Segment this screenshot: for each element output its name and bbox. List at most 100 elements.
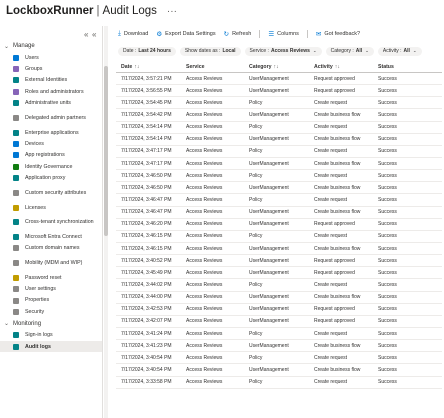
table-row[interactable]: 7/17/2024, 3:46:50 PM Access Reviews Polic… [116, 170, 442, 183]
filter-chip[interactable]: Service : Access Reviews ⌄ [244, 46, 322, 56]
collapse-sidebar-icon[interactable]: « [84, 30, 88, 39]
filter-chip[interactable]: Category : All ⌄ [325, 46, 374, 56]
table-row[interactable]: 7/17/2024, 3:40:54 PM Access Reviews UserM… [116, 364, 442, 377]
export-label: Export Data Settings [165, 31, 216, 37]
column-header-date[interactable]: Date ↑↓ [116, 64, 186, 70]
column-header-category[interactable]: Category ↑↓ [249, 64, 314, 70]
sidebar-item[interactable]: Security [0, 306, 102, 317]
sidebar-item[interactable]: Password reset [0, 272, 102, 283]
sidebar-item[interactable]: Users [0, 52, 102, 63]
table-row[interactable]: 7/17/2024, 3:44:02 PM Access Reviews Polic… [116, 279, 442, 292]
cell-category: Policy [249, 379, 263, 386]
sidebar-item[interactable]: Custom domain names [0, 243, 102, 254]
filter-label: Service : [249, 48, 269, 54]
sidebar-item[interactable]: Devices [0, 138, 102, 149]
sidebar-item[interactable]: Mobility (MDM and WIP) [0, 254, 102, 272]
sidebar-item-label: Microsoft Entra Connect [25, 233, 82, 240]
sidebar-scrollbar[interactable] [104, 26, 108, 418]
app-registrations-icon [13, 152, 19, 159]
sidebar-item[interactable]: External Identities [0, 75, 102, 86]
column-header-activity[interactable]: Activity ↑↓ [314, 64, 378, 70]
table-row[interactable]: 7/17/2024, 3:56:55 PM Access Reviews UserM… [116, 85, 442, 98]
filter-chip[interactable]: Show dates as : Local [179, 46, 241, 56]
cell-activity: Create request [314, 172, 348, 179]
sidebar-item-label: App registrations [25, 152, 65, 159]
sidebar-item[interactable]: App registrations [0, 150, 102, 161]
scrollbar-thumb[interactable] [104, 66, 108, 236]
gear-icon: ⚙ [156, 31, 163, 38]
partners-icon [13, 114, 19, 121]
table-row[interactable]: 7/17/2024, 3:46:20 PM Access Reviews UserM… [116, 219, 442, 231]
sidebar-item[interactable]: Custom security attributes [0, 184, 102, 202]
table-row[interactable]: 7/17/2024, 3:46:15 PM Access Reviews UserM… [116, 243, 442, 256]
table-row[interactable]: 7/17/2024, 3:45:49 PM Access Reviews UserM… [116, 267, 442, 280]
column-header-status[interactable]: Status [378, 64, 442, 70]
admin-units-icon [13, 100, 19, 107]
export-data-settings-button[interactable]: ⚙ Export Data Settings [156, 30, 215, 38]
cell-category: UserManagement [249, 75, 289, 82]
table-row[interactable]: 7/17/2024, 3:46:50 PM Access Reviews UserM… [116, 182, 442, 195]
sidebar-item[interactable]: Microsoft Entra Connect [0, 231, 102, 242]
cell-activity: Create business flow [314, 209, 361, 216]
sidebar-item[interactable]: Application proxy [0, 173, 102, 184]
table-row[interactable]: 7/17/2024, 3:42:07 PM Access Reviews UserM… [116, 316, 442, 328]
table-row[interactable]: 7/17/2024, 3:40:52 PM Access Reviews UserM… [116, 255, 442, 268]
table-body: 7/17/2024, 3:57:21 PM Access Reviews UserM… [116, 73, 442, 389]
table-row[interactable]: 7/17/2024, 3:41:23 PM Access Reviews UserM… [116, 340, 442, 353]
refresh-button[interactable]: ↻ Refresh [224, 30, 252, 38]
sidebar-item[interactable]: Groups [0, 63, 102, 74]
sidebar-item-label: Enterprise applications [25, 129, 79, 136]
cell-status: Success [378, 245, 397, 252]
sidebar-item[interactable]: Properties [0, 295, 102, 306]
table-row[interactable]: 7/17/2024, 3:54:42 PM Access Reviews UserM… [116, 109, 442, 122]
table-row[interactable]: 7/17/2024, 3:54:14 PM Access Reviews UserM… [116, 134, 442, 146]
groups-icon [13, 66, 19, 73]
column-header-service[interactable]: Service [186, 64, 249, 70]
filter-chip[interactable]: Date : Last 24 hours [118, 46, 176, 56]
sidebar-item-label: Licenses [25, 204, 46, 211]
table-row[interactable]: 7/17/2024, 3:57:21 PM Access Reviews UserM… [116, 73, 442, 86]
sort-icon[interactable]: ↑↓ [274, 64, 279, 70]
mobility-icon [13, 260, 19, 267]
sidebar-item[interactable]: Identity Governance [0, 161, 102, 172]
table-row[interactable]: 7/17/2024, 3:47:17 PM Access Reviews UserM… [116, 158, 442, 171]
refresh-icon: ↻ [223, 31, 230, 38]
table-row[interactable]: 7/17/2024, 3:33:58 PM Access Reviews Polic… [116, 377, 442, 389]
download-button[interactable]: ⤓ Download [118, 30, 148, 38]
sidebar-item-label: Sign-in logs [25, 332, 53, 339]
sidebar-item[interactable]: Sign-in logs [0, 330, 102, 341]
table-row[interactable]: 7/17/2024, 3:44:00 PM Access Reviews UserM… [116, 292, 442, 304]
columns-button[interactable]: ☰ Columns [268, 30, 299, 38]
sidebar-item[interactable]: Licenses [0, 202, 102, 213]
table-row[interactable]: 7/17/2024, 3:46:15 PM Access Reviews Polic… [116, 231, 442, 243]
more-options-button[interactable]: ··· [167, 6, 177, 17]
sidebar-section-manage[interactable]: ⌄ Manage [0, 40, 102, 52]
pin-sidebar-icon[interactable]: « [92, 30, 96, 39]
cell-activity: Create business flow [314, 111, 361, 118]
feedback-button[interactable]: ✉ Got feedback? [316, 30, 360, 38]
filter-label: Category : [330, 48, 354, 54]
sidebar-section-monitoring[interactable]: ⌄ Monitoring [0, 318, 102, 330]
table-row[interactable]: 7/17/2024, 3:54:45 PM Access Reviews Polic… [116, 97, 442, 110]
table-row[interactable]: 7/17/2024, 3:40:54 PM Access Reviews Polic… [116, 352, 442, 365]
sidebar-item[interactable]: Audit logs [0, 341, 102, 353]
sidebar-item[interactable]: Cross-tenant synchronization [0, 213, 102, 231]
sidebar-item[interactable]: Enterprise applications [0, 127, 102, 138]
table-row[interactable]: 7/17/2024, 3:47:17 PM Access Reviews Polic… [116, 146, 442, 158]
sidebar-item[interactable]: Roles and administrators [0, 86, 102, 97]
sort-icon[interactable]: ↑↓ [335, 64, 340, 70]
sidebar-item[interactable]: User settings [0, 283, 102, 294]
cell-activity: Create business flow [314, 342, 361, 349]
sidebar-item[interactable]: Administrative units [0, 98, 102, 109]
security-attributes-icon [13, 189, 19, 196]
table-row[interactable]: 7/17/2024, 3:42:53 PM Access Reviews UserM… [116, 304, 442, 316]
sidebar-item[interactable]: Delegated admin partners [0, 109, 102, 127]
table-row[interactable]: 7/17/2024, 3:54:14 PM Access Reviews Polic… [116, 122, 442, 134]
table-row[interactable]: 7/17/2024, 3:46:47 PM Access Reviews UserM… [116, 207, 442, 219]
filter-chip[interactable]: Activity : All ⌄ [377, 46, 422, 56]
sort-icon[interactable]: ↑↓ [134, 64, 139, 70]
table-row[interactable]: 7/17/2024, 3:46:47 PM Access Reviews Polic… [116, 194, 442, 207]
cell-date: 7/17/2024, 3:54:14 PM [121, 124, 172, 131]
table-row[interactable]: 7/17/2024, 3:41:24 PM Access Reviews Polic… [116, 328, 442, 341]
sidebar-item-label: External Identities [25, 77, 68, 84]
